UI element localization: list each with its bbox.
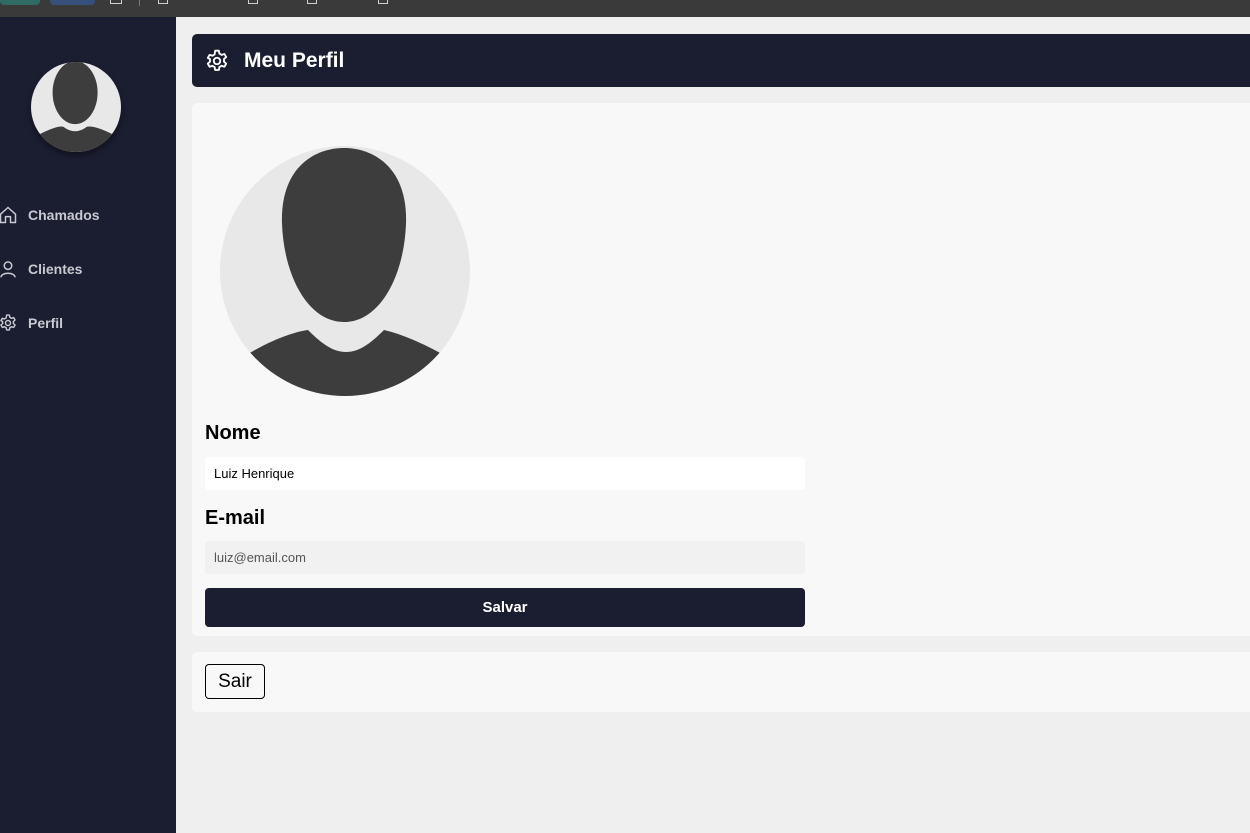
sidebar-item-label: Perfil xyxy=(28,315,64,331)
toolbar-divider xyxy=(139,0,140,6)
sidebar-item-chamados[interactable]: Chamados xyxy=(0,200,176,230)
sidebar: Chamados Clientes Perfil xyxy=(0,17,176,833)
sidebar-item-clientes[interactable]: Clientes xyxy=(0,254,176,284)
page-title: Meu Perfil xyxy=(244,48,345,72)
sidebar-avatar xyxy=(31,62,121,152)
browser-toolbar-strip xyxy=(0,0,1250,17)
profile-avatar[interactable] xyxy=(220,146,470,396)
avatar-placeholder-icon xyxy=(31,62,121,152)
gear-icon xyxy=(206,49,228,71)
sidebar-item-perfil[interactable]: Perfil xyxy=(0,308,176,338)
sidebar-item-label: Clientes xyxy=(28,261,83,277)
bookmark-icon[interactable] xyxy=(307,0,317,4)
name-field[interactable]: Luiz Henrique xyxy=(205,457,805,490)
bookmark-icon[interactable] xyxy=(378,0,388,4)
user-icon xyxy=(0,261,16,278)
save-button[interactable]: Salvar xyxy=(205,588,805,627)
tab-button[interactable] xyxy=(0,0,40,5)
grid-icon[interactable] xyxy=(110,0,122,4)
logout-button[interactable]: Sair xyxy=(205,664,265,699)
home-icon xyxy=(0,206,17,224)
name-label: Nome xyxy=(205,422,261,444)
profile-card: Nome Luiz Henrique E-mail luiz@email.com… xyxy=(192,103,1250,636)
bookmark-icon[interactable] xyxy=(158,0,168,4)
name-field-value: Luiz Henrique xyxy=(214,466,295,481)
email-field-placeholder: luiz@email.com xyxy=(214,550,306,565)
email-field[interactable]: luiz@email.com xyxy=(205,541,805,574)
tab-button[interactable] xyxy=(50,0,95,5)
sidebar-item-label: Chamados xyxy=(28,207,100,223)
logout-card: Sair xyxy=(192,652,1250,712)
page-header: Meu Perfil xyxy=(192,34,1250,87)
email-label: E-mail xyxy=(205,507,266,529)
gear-icon xyxy=(0,314,16,331)
bookmark-icon[interactable] xyxy=(248,0,258,4)
avatar-placeholder-icon xyxy=(220,146,470,396)
